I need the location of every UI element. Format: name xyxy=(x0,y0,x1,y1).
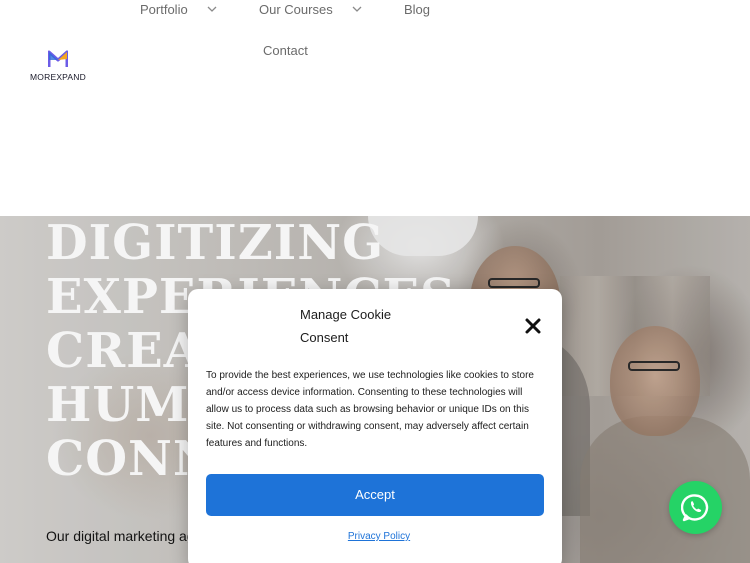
nav-item-blog[interactable]: Blog xyxy=(404,2,430,17)
nav-item-our-courses[interactable]: Our Courses xyxy=(259,2,333,17)
chevron-down-icon[interactable] xyxy=(207,6,217,12)
modal-body-text: To provide the best experiences, we use … xyxy=(206,370,534,449)
cookie-consent-modal: Manage Cookie Consent To provide the bes… xyxy=(188,289,562,563)
logo[interactable]: MOREXPAND xyxy=(27,50,89,84)
nav-item-portfolio[interactable]: Portfolio xyxy=(140,2,188,17)
chevron-down-icon[interactable] xyxy=(352,6,362,12)
logo-text: MOREXPAND xyxy=(30,72,86,82)
modal-title: Manage Cookie Consent xyxy=(300,307,392,345)
logo-mark-icon xyxy=(48,50,68,67)
site-header: MOREXPAND Portfolio Our Courses Blog Con… xyxy=(0,0,750,216)
nav-item-contact[interactable]: Contact xyxy=(263,43,308,58)
privacy-policy-link[interactable]: Privacy Policy xyxy=(188,531,570,542)
accept-button[interactable]: Accept xyxy=(206,474,544,516)
whatsapp-icon xyxy=(681,494,709,522)
whatsapp-button[interactable] xyxy=(669,481,722,534)
close-icon[interactable] xyxy=(524,317,542,335)
